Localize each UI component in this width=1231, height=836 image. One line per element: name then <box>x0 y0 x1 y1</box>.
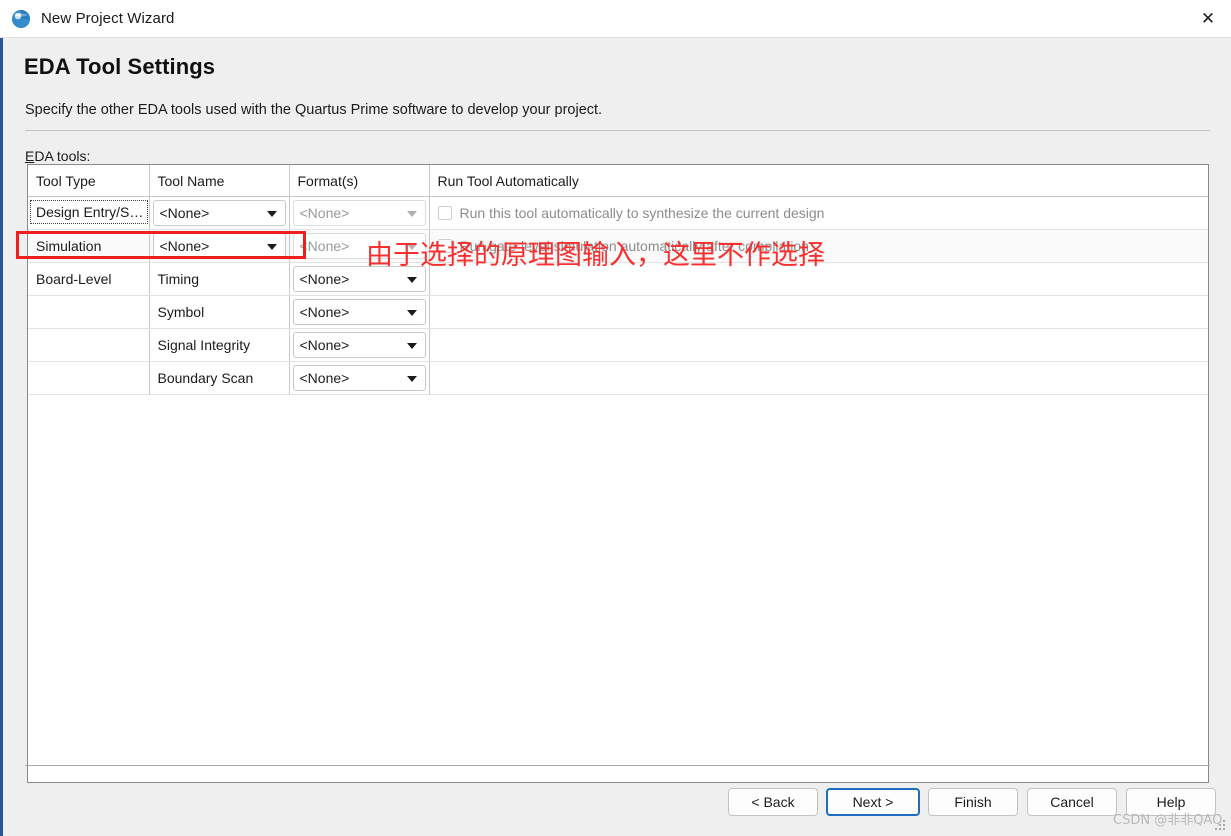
format-dropdown[interactable]: <None> <box>292 233 426 259</box>
cell-run-tool-automatically[interactable] <box>429 328 1208 362</box>
table-header-row: Tool Type Tool Name Format(s) Run Tool A… <box>28 165 1208 197</box>
page-title: EDA Tool Settings <box>24 54 216 79</box>
cell-run-tool-automatically[interactable] <box>429 262 1208 296</box>
table-row: Symbol <None> <box>28 295 1208 329</box>
footer-divider <box>25 765 1210 766</box>
next-button[interactable]: Next > <box>826 788 920 816</box>
cell-tool-name[interactable]: <None> <box>149 229 290 263</box>
cell-tool-type[interactable]: Simulation <box>28 229 150 263</box>
cell-tool-name[interactable]: Symbol <box>149 295 290 329</box>
format-dropdown[interactable]: <None> <box>292 332 426 358</box>
eda-tools-table-container: Tool Type Tool Name Format(s) Run Tool A… <box>27 164 1209 783</box>
cancel-button[interactable]: Cancel <box>1027 788 1117 816</box>
chevron-down-icon <box>406 277 417 283</box>
cell-run-tool-automatically[interactable] <box>429 295 1208 329</box>
quartus-globe-icon <box>10 8 32 30</box>
cell-tool-type[interactable]: Design Entry/S… <box>28 196 150 230</box>
table-row: Boundary Scan <None> <box>28 361 1208 395</box>
cell-tool-type[interactable] <box>28 328 150 362</box>
title-bar: New Project Wizard ✕ <box>0 0 1231 38</box>
column-header-formats[interactable]: Format(s) <box>289 165 430 197</box>
header-divider <box>25 130 1210 131</box>
window-title: New Project Wizard <box>41 10 175 27</box>
chevron-down-icon <box>266 211 277 217</box>
table-row: Signal Integrity <None> <box>28 328 1208 362</box>
tool-name-dropdown[interactable]: <None> <box>152 233 286 259</box>
cell-format[interactable]: <None> <box>289 229 430 263</box>
chevron-down-icon <box>266 244 277 250</box>
column-header-run-tool-automatically[interactable]: Run Tool Automatically <box>429 165 1208 197</box>
cell-tool-name[interactable]: Boundary Scan <box>149 361 290 395</box>
column-header-tool-type[interactable]: Tool Type <box>28 165 150 197</box>
eda-tools-label-mnemonic: E <box>25 148 35 164</box>
resize-grip[interactable] <box>1215 820 1227 832</box>
tool-name-label: Boundary Scan <box>157 370 254 386</box>
run-auto-checkbox-row[interactable]: Run this tool automatically to synthesiz… <box>430 197 1209 229</box>
eda-tools-table: Tool Type Tool Name Format(s) Run Tool A… <box>28 165 1208 395</box>
column-header-tool-name[interactable]: Tool Name <box>149 165 290 197</box>
close-icon[interactable]: ✕ <box>1185 0 1231 37</box>
dialog-button-bar: < Back Next > Finish Cancel Help <box>3 788 1231 828</box>
eda-tools-label-rest: DA tools: <box>34 148 91 164</box>
format-dropdown[interactable]: <None> <box>292 299 426 325</box>
chevron-down-icon <box>406 211 417 217</box>
cancel-button-label: Cancel <box>1050 794 1094 810</box>
tool-name-label: Signal Integrity <box>157 337 251 353</box>
run-auto-checkbox[interactable] <box>437 206 452 220</box>
tool-name-label: Timing <box>157 271 200 287</box>
chevron-down-icon <box>406 343 417 349</box>
format-value: <None> <box>299 304 350 320</box>
cell-tool-type[interactable] <box>28 295 150 329</box>
run-auto-label: Run this tool automatically to synthesiz… <box>459 205 825 221</box>
cell-tool-name[interactable]: Timing <box>149 262 290 296</box>
cell-format[interactable]: <None> <box>289 295 430 329</box>
format-dropdown[interactable]: <None> <box>292 200 426 226</box>
tool-type-label: Design Entry/S… <box>30 199 149 224</box>
format-value: <None> <box>299 271 350 287</box>
finish-button-label: Finish <box>954 794 992 810</box>
cell-run-tool-automatically[interactable]: Run gate-level simulation automatically … <box>429 229 1209 263</box>
tool-type-label: Board-Level <box>36 271 112 287</box>
chevron-down-icon <box>406 310 417 316</box>
eda-tools-label: EDA tools: <box>25 148 90 164</box>
format-value: <None> <box>299 205 350 221</box>
tool-type-label: Simulation <box>36 238 102 254</box>
cell-format[interactable]: <None> <box>289 361 430 395</box>
run-auto-label: Run gate-level simulation automatically … <box>459 238 809 254</box>
back-button[interactable]: < Back <box>728 788 818 816</box>
cell-tool-name[interactable]: Signal Integrity <box>149 328 290 362</box>
format-dropdown[interactable]: <None> <box>292 266 426 292</box>
run-auto-checkbox-row[interactable]: Run gate-level simulation automatically … <box>430 230 1209 262</box>
table-row: Design Entry/S… <None> <None> Run this t… <box>28 196 1209 230</box>
help-button[interactable]: Help <box>1126 788 1216 816</box>
chevron-down-icon <box>406 244 417 250</box>
format-dropdown[interactable]: <None> <box>292 365 426 391</box>
dialog-content: EDA Tool Settings Specify the other EDA … <box>0 38 1231 836</box>
format-value: <None> <box>299 370 350 386</box>
table-row: Simulation <None> <None> Run gate-level … <box>28 229 1209 263</box>
next-button-label: Next > <box>852 794 894 810</box>
finish-button[interactable]: Finish <box>928 788 1018 816</box>
run-auto-checkbox[interactable] <box>437 239 452 253</box>
chevron-down-icon <box>406 376 417 382</box>
cell-format[interactable]: <None> <box>289 328 430 362</box>
cell-run-tool-automatically[interactable] <box>429 361 1208 395</box>
back-button-label: < Back <box>751 794 795 810</box>
cell-format[interactable]: <None> <box>289 196 430 230</box>
page-description: Specify the other EDA tools used with th… <box>25 102 603 118</box>
cell-tool-name[interactable]: <None> <box>149 196 290 230</box>
format-value: <None> <box>299 238 350 254</box>
cell-format[interactable]: <None> <box>289 262 430 296</box>
tool-name-value: <None> <box>159 238 210 254</box>
tool-name-label: Symbol <box>157 304 205 320</box>
new-project-wizard-dialog: New Project Wizard ✕ EDA Tool Settings S… <box>0 0 1231 836</box>
tool-name-value: <None> <box>159 205 210 221</box>
cell-tool-type[interactable] <box>28 361 150 395</box>
help-button-label: Help <box>1156 794 1186 810</box>
format-value: <None> <box>299 337 350 353</box>
cell-tool-type[interactable]: Board-Level <box>28 262 150 296</box>
tool-name-dropdown[interactable]: <None> <box>152 200 286 226</box>
table-row: Board-Level Timing <None> <box>28 262 1208 296</box>
cell-run-tool-automatically[interactable]: Run this tool automatically to synthesiz… <box>429 196 1209 230</box>
